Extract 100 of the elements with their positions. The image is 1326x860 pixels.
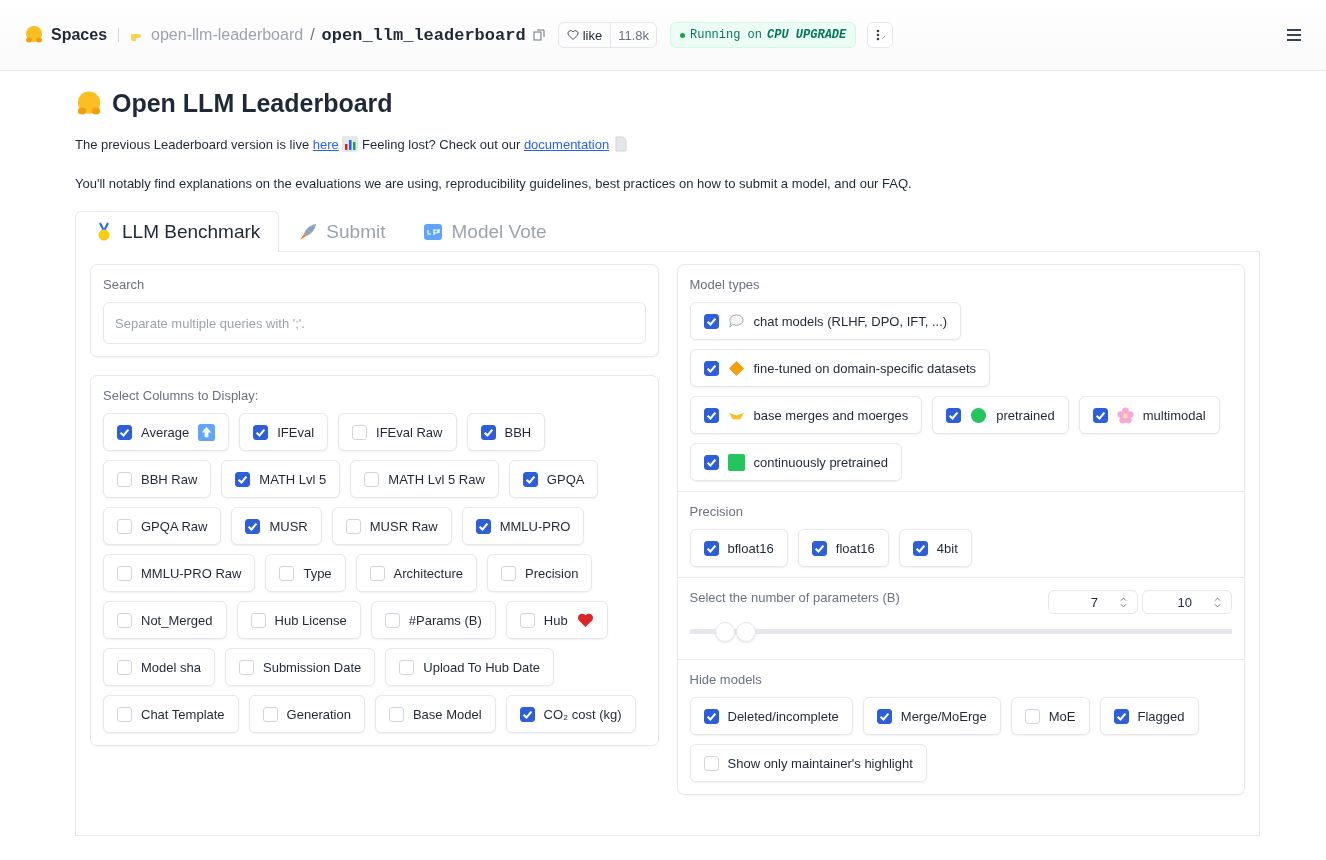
checkbox-option[interactable]: Type <box>265 554 346 592</box>
checkbox-option[interactable]: IFEval <box>239 413 329 451</box>
option-label: MMLU-PRO Raw <box>141 565 242 581</box>
slider-handle[interactable] <box>735 622 756 642</box>
checkbox-option[interactable]: continuously pretrained <box>689 443 902 481</box>
like-label[interactable]: like <box>558 23 611 47</box>
checkbox-option[interactable]: #Params (B) <box>370 601 496 639</box>
checkbox-option[interactable]: Deleted/incomplete <box>689 697 853 735</box>
stepper-icon[interactable] <box>1214 596 1221 608</box>
checkbox[interactable] <box>253 424 269 440</box>
checkbox-option[interactable]: Upload To Hub Date <box>385 648 555 686</box>
option-label: BBH <box>504 424 532 440</box>
checkbox[interactable] <box>235 471 251 487</box>
diamond-icon <box>727 359 745 377</box>
checkbox[interactable] <box>522 471 538 487</box>
max-number-field[interactable]: 10 <box>1142 590 1232 614</box>
search-field[interactable]: Separate multiple queries with ';'. <box>103 302 646 344</box>
checkbox[interactable] <box>811 540 827 556</box>
checkbox-option[interactable]: Precision <box>486 554 593 592</box>
checkbox-option[interactable]: MATH Lvl 5 <box>221 460 341 498</box>
checkbox-option[interactable]: MMLU-PRO <box>461 507 585 545</box>
checkbox-option[interactable]: Hub <box>505 601 608 639</box>
tab[interactable]: LLM Benchmark <box>75 211 280 252</box>
option-label: Base Model <box>412 706 482 722</box>
option-label: MUSR Raw <box>369 518 438 534</box>
checkbox-option[interactable]: Submission Date <box>225 648 376 686</box>
checkbox-option[interactable]: Base Model <box>374 695 496 733</box>
checkbox-option[interactable]: multimodal <box>1078 396 1220 434</box>
checkbox-option[interactable]: Show only maintainer's highlight <box>689 744 927 782</box>
checkbox[interactable] <box>117 424 132 440</box>
option-label: base merges and moerges <box>753 407 909 423</box>
menu-icon[interactable] <box>1286 29 1302 41</box>
checkbox-option[interactable]: GPQA Raw <box>103 507 222 545</box>
checkbox-option[interactable]: Chat Template <box>103 695 239 733</box>
checkbox-option[interactable]: Average <box>103 413 230 451</box>
min-number-field[interactable]: 7 <box>1048 590 1138 614</box>
checkbox-option[interactable]: Hub License <box>236 601 361 639</box>
checkbox[interactable] <box>1113 708 1129 724</box>
option-label: MATH Lvl 5 Raw <box>388 471 485 487</box>
option-label: BBH Raw <box>141 471 198 487</box>
checkbox-option[interactable]: Generation <box>248 695 365 733</box>
checkbox[interactable] <box>912 540 928 556</box>
checkbox[interactable] <box>703 360 719 376</box>
checkbox[interactable] <box>1092 407 1108 423</box>
checkbox-option[interactable]: Merge/MoErge <box>862 697 1001 735</box>
checkbox[interactable] <box>703 454 719 470</box>
repo-name[interactable]: open_llm_leaderboard <box>321 25 526 45</box>
more-options-button[interactable] <box>867 22 894 48</box>
checkbox-option[interactable]: Flagged <box>1099 697 1199 735</box>
checkbox-option[interactable]: CO₂ cost (kg) <box>505 695 636 733</box>
checkbox-option[interactable]: bfloat16 <box>689 529 788 567</box>
bar-chart-icon <box>342 136 359 152</box>
checkbox-option[interactable]: MUSR Raw <box>331 507 452 545</box>
columns-label: Select Columns to Display: <box>103 388 260 403</box>
checkbox-option[interactable]: chat models (RLHF, DPO, IFT, ...) <box>689 302 962 340</box>
checkbox-option[interactable]: fine-tuned on domain-specific datasets <box>689 349 991 387</box>
option-label: float16 <box>835 540 875 556</box>
option-label: 4bit <box>936 540 958 556</box>
checkbox-option[interactable]: Model sha <box>103 648 215 686</box>
stepper-icon[interactable] <box>1120 596 1127 608</box>
copy-icon[interactable] <box>532 29 545 41</box>
checkbox[interactable] <box>876 708 892 724</box>
checkbox[interactable] <box>703 540 719 556</box>
checkbox-option[interactable]: MUSR <box>231 507 322 545</box>
option-label: fine-tuned on domain-specific datasets <box>753 360 977 376</box>
status-text: Running on <box>690 28 762 42</box>
option-label: bfloat16 <box>727 540 774 556</box>
option-label: #Params (B) <box>408 612 482 628</box>
checkbox-option[interactable]: GPQA <box>508 460 599 498</box>
checkbox-option[interactable]: MATH Lvl 5 Raw <box>350 460 499 498</box>
checkbox-option[interactable]: float16 <box>797 529 889 567</box>
here-link[interactable]: here <box>312 137 339 152</box>
spaces-link[interactable]: Spaces <box>51 26 108 44</box>
checkbox[interactable] <box>480 424 496 440</box>
like-button[interactable]: like 11.8k <box>557 22 657 48</box>
checkbox[interactable] <box>703 708 719 724</box>
checkbox[interactable] <box>946 407 962 423</box>
checkbox[interactable] <box>475 518 491 534</box>
checkbox[interactable] <box>245 518 261 534</box>
checkbox[interactable] <box>703 407 719 423</box>
documentation-link[interactable]: documentation <box>523 137 610 152</box>
option-label: IFEval <box>277 424 315 440</box>
option-label: Merge/MoErge <box>900 708 987 724</box>
checkbox-option[interactable]: IFEval Raw <box>338 413 457 451</box>
checkbox-option[interactable]: BBH <box>466 413 546 451</box>
checkbox[interactable] <box>703 313 719 329</box>
like-count[interactable]: 11.8k <box>610 23 656 47</box>
checkbox-option[interactable]: pretrained <box>932 396 1069 434</box>
option-label: GPQA <box>546 471 585 487</box>
checkbox-option[interactable]: Architecture <box>355 554 477 592</box>
checkbox-option[interactable]: MMLU-PRO Raw <box>103 554 256 592</box>
checkbox[interactable] <box>519 706 535 722</box>
option-label: CO₂ cost (kg) <box>543 706 622 722</box>
option-label: Show only maintainer's highlight <box>727 755 913 771</box>
checkbox-option[interactable]: MoE <box>1010 697 1090 735</box>
checkbox-option[interactable]: BBH Raw <box>103 460 212 498</box>
checkbox-option[interactable]: base merges and moerges <box>689 396 923 434</box>
checkbox-option[interactable]: Not_Merged <box>103 601 227 639</box>
checkbox-option[interactable]: 4bit <box>898 529 972 567</box>
slider-handle[interactable] <box>715 622 736 642</box>
